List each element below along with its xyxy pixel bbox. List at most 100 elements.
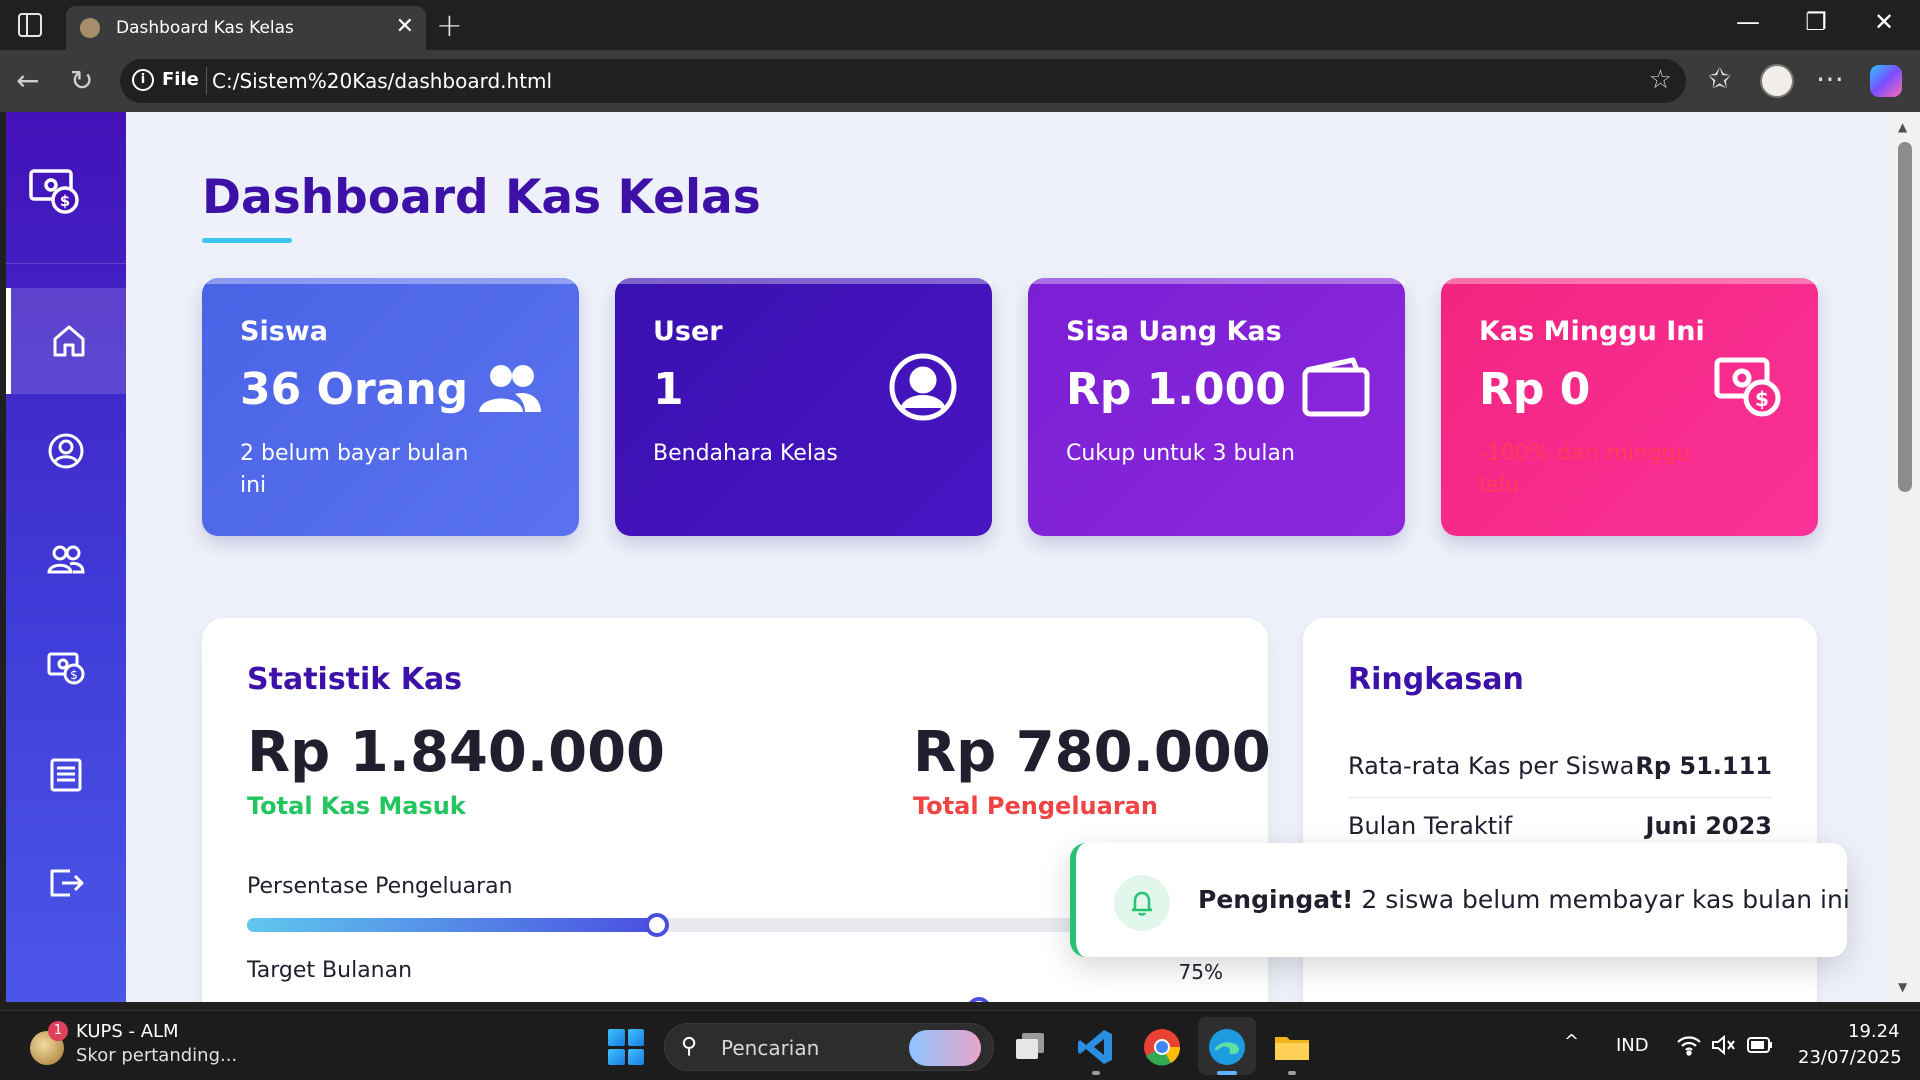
site-info-icon[interactable]: i <box>132 69 154 91</box>
browser-titlebar: Dashboard Kas Kelas ✕ + — ❐ ✕ <box>0 0 1920 50</box>
target-progress-knob[interactable] <box>967 997 991 1002</box>
widget-subtitle[interactable]: Skor pertanding... <box>76 1045 237 1066</box>
new-tab-icon[interactable]: + <box>436 6 463 44</box>
start-button[interactable] <box>608 1029 644 1065</box>
browser-toolbar: ← ↻ i File C:/Sistem%20Kas/dashboard.htm… <box>0 50 1920 112</box>
bar-label: Target Bulanan <box>247 958 413 983</box>
users-icon <box>47 545 85 574</box>
users-icon <box>479 365 541 412</box>
more-icon[interactable]: ⋯ <box>1816 62 1844 95</box>
toast-message: 2 siswa belum membayar kas bulan ini <box>1361 885 1850 914</box>
card-siswa[interactable]: Siswa 36 Orang 2 belum bayar bulan ini <box>202 278 579 536</box>
sidebar-item-reports[interactable] <box>6 722 126 828</box>
favorites-icon[interactable]: ✩ <box>1708 62 1731 95</box>
expense-amount: Rp 780.000 <box>913 720 1271 785</box>
svg-text:$: $ <box>60 192 70 210</box>
taskbar-search[interactable]: ⚲ Pencarian <box>664 1023 994 1071</box>
expense-label: Total Pengeluaran <box>913 792 1158 820</box>
address-bar[interactable]: i File C:/Sistem%20Kas/dashboard.html ☆ <box>120 59 1686 103</box>
bar-percent: 75% <box>1178 960 1223 984</box>
card-value: Rp 0 <box>1479 364 1591 415</box>
scroll-up-icon[interactable]: ▲ <box>1898 120 1907 134</box>
toast-strong: Pengingat! <box>1198 885 1354 914</box>
back-icon[interactable]: ← <box>16 64 39 97</box>
window-close-icon[interactable]: ✕ <box>1864 8 1904 36</box>
running-indicator <box>1092 1071 1100 1075</box>
sidebar: $ $ <box>6 112 126 1002</box>
clock-time[interactable]: 19.24 <box>1848 1021 1900 1042</box>
copilot-icon[interactable] <box>1870 65 1902 97</box>
sidebar-item-logout[interactable] <box>6 830 126 936</box>
search-highlight-image <box>909 1030 981 1066</box>
edge-icon <box>1209 1029 1245 1065</box>
title-underline <box>202 238 292 243</box>
page-title: Dashboard Kas Kelas <box>202 170 761 225</box>
tab-actions-icon[interactable] <box>18 13 42 37</box>
language-indicator[interactable]: IND <box>1616 1035 1649 1056</box>
summary-value: Rp 51.111 <box>1635 752 1772 780</box>
tab-title: Dashboard Kas Kelas <box>116 18 294 38</box>
summary-label: Rata-rata Kas per Siswa <box>1348 752 1635 780</box>
wallet-icon <box>1302 357 1370 417</box>
scroll-down-icon[interactable]: ▼ <box>1898 980 1907 994</box>
expense-progress-fill <box>247 918 657 932</box>
speaker-muted-icon <box>1712 1034 1735 1056</box>
widget-badge: 1 <box>48 1021 68 1041</box>
bar-label: Persentase Pengeluaran <box>247 874 513 899</box>
profile-avatar[interactable] <box>1760 64 1794 98</box>
reminder-toast[interactable]: Pengingat! 2 siswa belum membayar kas bu… <box>1070 843 1850 957</box>
home-icon <box>53 325 84 357</box>
page-viewport: $ $ Dashboard Kas Kelas Siswa 36 Orang 2… <box>6 112 1890 1002</box>
card-label: Sisa Uang Kas <box>1066 316 1282 347</box>
card-value: 1 <box>653 364 684 415</box>
bell-icon <box>1131 891 1153 916</box>
scroll-thumb[interactable] <box>1898 142 1912 492</box>
tab-close-icon[interactable]: ✕ <box>396 14 414 39</box>
logout-icon <box>50 869 84 897</box>
url-separator <box>206 67 207 95</box>
user-circle-icon <box>889 353 957 421</box>
minimize-icon[interactable]: — <box>1728 8 1768 36</box>
toast-icon-wrap <box>1114 875 1170 931</box>
sidebar-item-profile[interactable] <box>6 398 126 504</box>
sidebar-item-home[interactable] <box>6 288 126 394</box>
card-label: Kas Minggu Ini <box>1479 316 1705 347</box>
browser-tab[interactable]: Dashboard Kas Kelas ✕ <box>66 6 426 50</box>
summary-label: Bulan Teraktif <box>1348 812 1513 840</box>
money-icon: $ <box>1714 357 1781 417</box>
url-text[interactable]: C:/Sistem%20Kas/dashboard.html <box>212 69 552 93</box>
svg-text:$: $ <box>70 668 78 682</box>
search-icon: ⚲ <box>681 1034 698 1059</box>
file-explorer-icon <box>1275 1037 1309 1060</box>
card-label: User <box>653 316 723 347</box>
clock-date[interactable]: 23/07/2025 <box>1798 1047 1902 1068</box>
panel-title: Statistik Kas <box>247 662 463 697</box>
search-placeholder: Pencarian <box>721 1036 820 1060</box>
favorite-star-icon[interactable]: ☆ <box>1649 65 1672 95</box>
card-value: 36 Orang <box>240 364 469 415</box>
tray-overflow-icon[interactable]: ^ <box>1564 1031 1579 1052</box>
sidebar-item-students[interactable] <box>6 506 126 612</box>
svg-text:$: $ <box>1755 387 1769 411</box>
expense-progress-knob[interactable] <box>644 913 669 937</box>
sidebar-item-cash[interactable]: $ <box>6 614 126 720</box>
card-sub: Cukup untuk 3 bulan <box>1066 441 1295 466</box>
active-indicator <box>1217 1071 1237 1075</box>
card-sub: 2 belum bayar bulan ini <box>240 441 469 498</box>
card-value: Rp 1.000 <box>1066 364 1286 415</box>
vscode-icon <box>1078 1030 1112 1064</box>
card-label: Siswa <box>240 316 328 347</box>
summary-row: Rata-rata Kas per Siswa Rp 51.111 <box>1348 738 1772 798</box>
summary-value: Juni 2023 <box>1645 812 1772 840</box>
sidebar-logo[interactable]: $ <box>6 112 126 264</box>
restore-icon[interactable]: ❐ <box>1796 8 1836 36</box>
card-sisa-kas[interactable]: Sisa Uang Kas Rp 1.000 Cukup untuk 3 bul… <box>1028 278 1405 536</box>
task-view-icon <box>1016 1033 1044 1059</box>
reload-icon[interactable]: ↻ <box>70 64 93 97</box>
income-label: Total Kas Masuk <box>247 792 466 820</box>
widget-title[interactable]: KUPS - ALM <box>76 1021 179 1042</box>
user-circle-icon <box>48 433 84 469</box>
card-kas-minggu[interactable]: Kas Minggu Ini Rp 0 -100% dari minggu la… <box>1441 278 1818 536</box>
card-user[interactable]: User 1 Bendahara Kelas <box>615 278 992 536</box>
page-scrollbar[interactable]: ▲ ▼ <box>1890 112 1920 1002</box>
